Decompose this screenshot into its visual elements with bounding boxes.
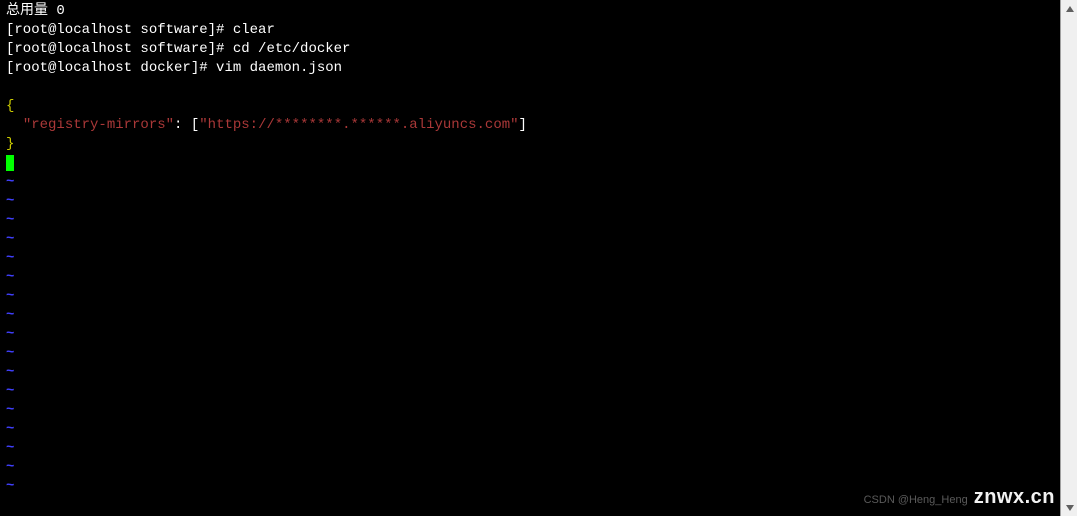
blank-line (6, 78, 1054, 97)
scrollbar[interactable] (1060, 0, 1077, 516)
vim-tilde: ~ (6, 439, 1054, 458)
vim-tilde: ~ (6, 344, 1054, 363)
vim-tilde: ~ (6, 230, 1054, 249)
vim-tilde: ~ (6, 287, 1054, 306)
vim-tilde: ~ (6, 173, 1054, 192)
watermark-csdn: CSDN @Heng_Heng (864, 491, 968, 510)
vim-tilde: ~ (6, 420, 1054, 439)
vim-tilde: ~ (6, 306, 1054, 325)
scroll-up-arrow[interactable] (1061, 0, 1077, 17)
vim-tilde: ~ (6, 458, 1054, 477)
vim-line: } (6, 135, 1054, 154)
vim-line: "registry-mirrors": ["https://********.*… (6, 116, 1054, 135)
vim-line: { (6, 97, 1054, 116)
vim-tilde: ~ (6, 249, 1054, 268)
watermark-domain: znwx.cn (974, 488, 1055, 507)
scroll-down-arrow[interactable] (1061, 499, 1077, 516)
cursor-block (6, 155, 14, 171)
cursor-line (6, 154, 1054, 173)
terminal-output[interactable]: 总用量 0 [root@localhost software]# clear [… (0, 0, 1060, 516)
prompt-line: [root@localhost software]# cd /etc/docke… (6, 40, 1054, 59)
output-line: 总用量 0 (6, 2, 1054, 21)
watermark: CSDN @Heng_Heng znwx.cn (864, 488, 1055, 510)
vim-tilde: ~ (6, 325, 1054, 344)
vim-tilde: ~ (6, 382, 1054, 401)
prompt-line: [root@localhost docker]# vim daemon.json (6, 59, 1054, 78)
vim-tilde: ~ (6, 192, 1054, 211)
vim-tilde: ~ (6, 401, 1054, 420)
prompt-line: [root@localhost software]# clear (6, 21, 1054, 40)
vim-tilde: ~ (6, 363, 1054, 382)
vim-tilde: ~ (6, 211, 1054, 230)
vim-tilde: ~ (6, 268, 1054, 287)
